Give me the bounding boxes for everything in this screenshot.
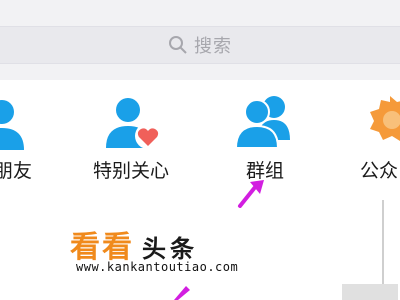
annotation-arrow-icon xyxy=(238,180,264,208)
person-heart-icon xyxy=(106,98,161,149)
category-friends[interactable]: 朋友 xyxy=(0,80,62,200)
search-bar[interactable]: 搜索 xyxy=(0,26,400,64)
category-label: 朋友 xyxy=(0,160,32,182)
watermark-url: www.kankantoutiao.com xyxy=(76,260,239,274)
watermark-logo: 看看 头条 www.kankantoutiao.com xyxy=(70,222,310,278)
category-label: 特别关心 xyxy=(92,160,169,182)
header-area: 搜索 xyxy=(0,0,400,80)
cropped-fragment xyxy=(342,284,398,300)
watermark-brand-black: 头条 xyxy=(142,235,198,263)
category-label: 公众 xyxy=(359,160,398,182)
search-placeholder: 搜索 xyxy=(194,36,232,57)
category-special-care[interactable]: 特别关心 xyxy=(86,80,176,200)
category-public-accounts[interactable]: 公众 xyxy=(350,80,400,200)
annotation-arrow-icon xyxy=(174,286,190,300)
badge-icon xyxy=(370,96,400,141)
contact-category-row: 朋友 特别关心 群组 公众 xyxy=(0,80,400,200)
group-icon xyxy=(234,96,290,149)
search-icon xyxy=(169,36,187,54)
person-icon xyxy=(0,100,24,150)
